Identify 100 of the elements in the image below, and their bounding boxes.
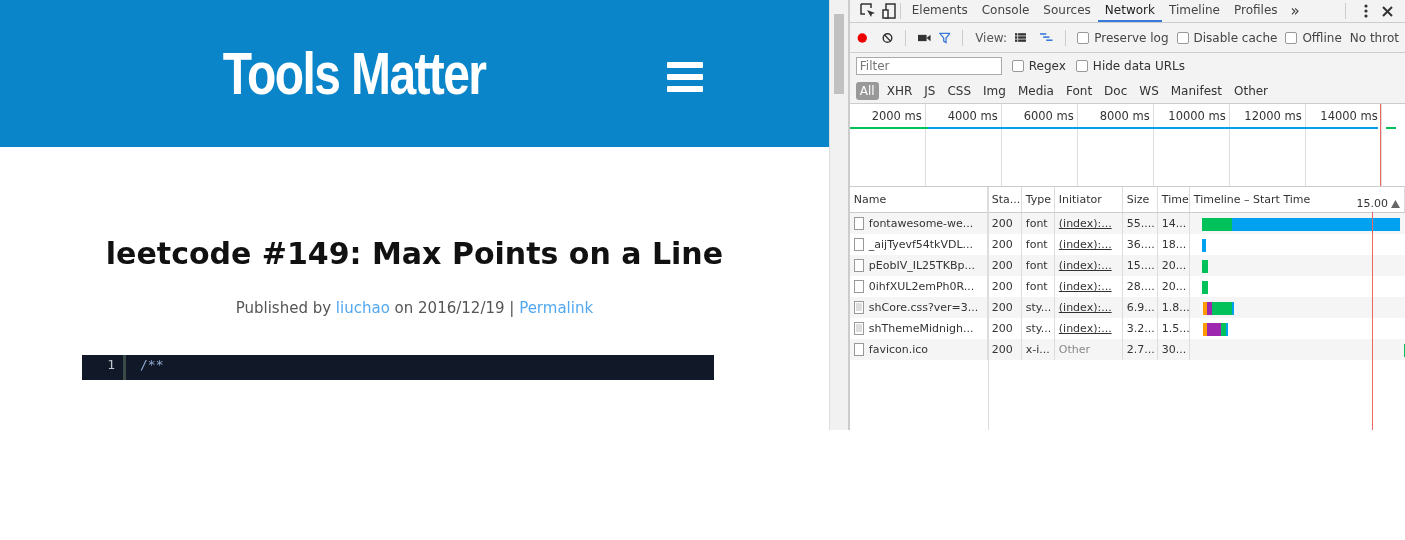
type-filter[interactable]: JS <box>920 81 940 100</box>
file-icon <box>853 217 864 230</box>
time-cell: 18... <box>1161 238 1187 251</box>
file-icon <box>853 280 864 293</box>
status-cell: 200 <box>991 259 1013 272</box>
clear-icon[interactable] <box>882 30 894 45</box>
post-meta: Published by liuchao on 2016/12/19 | Permalink <box>234 299 595 317</box>
time-cell: 20... <box>1161 280 1187 293</box>
column-header[interactable]: Type <box>1025 193 1052 206</box>
time-cell: 14... <box>1161 217 1187 230</box>
column-header[interactable]: Name <box>853 193 887 206</box>
request-row[interactable]: pEobIV_IL25TKBp... 200 font (index):... 15.... 20... <box>849 255 1405 276</box>
site-title[interactable]: Tools Matter <box>223 39 486 108</box>
time-marker: 15.00 <box>1356 197 1388 210</box>
size-cell: 55.... <box>1126 217 1155 230</box>
inspect-icon[interactable] <box>859 3 876 19</box>
initiator-cell: Other <box>1058 343 1090 356</box>
type-cell: sty... <box>1025 322 1052 335</box>
time-cell: 30... <box>1161 343 1187 356</box>
time-cell: 1.5... <box>1161 322 1189 335</box>
file-icon <box>853 238 864 251</box>
post-title: leetcode #149: Max Points on a Line <box>104 235 724 273</box>
request-name: favicon.ico <box>868 343 929 356</box>
size-cell: 6.9... <box>1126 301 1155 314</box>
type-filter[interactable]: WS <box>1135 81 1163 100</box>
sort-ascending-icon[interactable] <box>1391 199 1400 208</box>
more-icon[interactable] <box>1364 4 1368 18</box>
column-header[interactable]: Size <box>1126 193 1150 206</box>
type-filter[interactable]: Other <box>1230 81 1273 100</box>
menu-icon[interactable] <box>667 62 703 92</box>
column-header[interactable]: Sta... <box>991 193 1021 206</box>
waterfall-bar <box>1201 239 1206 252</box>
type-filter[interactable]: Media <box>1013 81 1058 100</box>
type-filter[interactable]: CSS <box>943 81 976 100</box>
stylesheet-icon <box>853 322 864 335</box>
request-name: fontawesome-we... <box>868 217 974 230</box>
status-cell: 200 <box>991 343 1013 356</box>
list-view-icon[interactable] <box>1015 32 1026 43</box>
request-row[interactable]: fontawesome-we... 200 font (index):... 55.... 14... <box>849 213 1405 234</box>
type-cell: font <box>1025 259 1048 272</box>
status-cell: 200 <box>991 280 1013 293</box>
status-cell: 200 <box>991 217 1013 230</box>
option-checkbox[interactable]: Hide data URLs <box>1075 58 1185 73</box>
size-cell: 3.2... <box>1126 322 1155 335</box>
file-icon <box>853 343 864 356</box>
code-line: /** <box>140 357 164 372</box>
request-row[interactable]: favicon.ico 200 x-i... Other 2.7... 30... <box>849 339 1405 360</box>
type-cell: font <box>1025 217 1048 230</box>
type-filter[interactable]: Doc <box>1100 81 1132 100</box>
initiator-link[interactable]: (index):... <box>1058 259 1112 272</box>
waterfall-bar <box>1201 260 1208 273</box>
type-cell: font <box>1025 280 1048 293</box>
close-icon[interactable] <box>1382 5 1393 17</box>
time-cell: 1.8... <box>1161 301 1189 314</box>
type-cell: x-i... <box>1025 343 1050 356</box>
type-filter[interactable]: Manifest <box>1166 81 1226 100</box>
size-cell: 36.... <box>1126 238 1155 251</box>
initiator-link[interactable]: (index):... <box>1058 322 1112 335</box>
initiator-link[interactable]: (index):... <box>1058 238 1112 251</box>
waterfall-icon[interactable] <box>1039 32 1053 43</box>
column-header[interactable]: Time <box>1161 193 1189 206</box>
initiator-link[interactable]: (index):... <box>1058 301 1112 314</box>
throttling-dropdown[interactable]: No throt <box>1349 30 1399 45</box>
panel-tab[interactable]: Profiles <box>1226 0 1285 22</box>
device-icon[interactable] <box>881 3 896 19</box>
initiator-link[interactable]: (index):... <box>1058 217 1112 230</box>
line-number: 1 <box>106 357 115 372</box>
option-checkbox[interactable]: Offline <box>1285 30 1342 45</box>
option-checkbox[interactable]: Preserve log <box>1077 30 1169 45</box>
size-cell: 2.7... <box>1126 343 1155 356</box>
type-filter[interactable]: Img <box>979 81 1010 100</box>
file-icon <box>853 259 864 272</box>
panel-tab[interactable]: Elements <box>904 0 975 22</box>
stylesheet-icon <box>853 301 864 314</box>
column-header[interactable]: Timeline – Start Time <box>1193 193 1311 206</box>
request-name: shCore.css?ver=3... <box>868 301 979 314</box>
request-name: pEobIV_IL25TKBp... <box>868 259 976 272</box>
request-row[interactable]: shCore.css?ver=3... 200 sty... (index):... 6.9... 1.8... <box>849 297 1405 318</box>
size-cell: 15.... <box>1126 259 1155 272</box>
panel-tab[interactable]: Console <box>974 0 1037 22</box>
type-filter[interactable]: Font <box>1061 81 1097 100</box>
filter-field[interactable]: Filter <box>855 56 1002 75</box>
initiator-link[interactable]: (index):... <box>1058 280 1112 293</box>
option-checkbox[interactable]: Regex <box>1011 58 1066 73</box>
type-filter[interactable]: XHR <box>882 81 917 100</box>
column-header[interactable]: Initiator <box>1058 193 1102 206</box>
type-cell: sty... <box>1025 301 1052 314</box>
option-checkbox[interactable]: Disable cache <box>1176 30 1278 45</box>
camera-icon[interactable] <box>918 32 931 43</box>
view-label: View: <box>975 30 1007 45</box>
time-cell: 20... <box>1161 259 1187 272</box>
request-name: 0ihfXUL2emPh0R... <box>868 280 975 293</box>
more-tabs-button[interactable]: » <box>1290 2 1300 20</box>
request-name: shThemeMidnigh... <box>868 322 974 335</box>
scrollbar-thumb[interactable] <box>833 14 844 94</box>
filter-icon[interactable] <box>938 30 951 45</box>
panel-tab[interactable]: Timeline <box>1161 0 1227 22</box>
scrollbar[interactable] <box>828 0 848 430</box>
panel-tab[interactable]: Sources <box>1036 0 1098 22</box>
status-cell: 200 <box>991 238 1013 251</box>
